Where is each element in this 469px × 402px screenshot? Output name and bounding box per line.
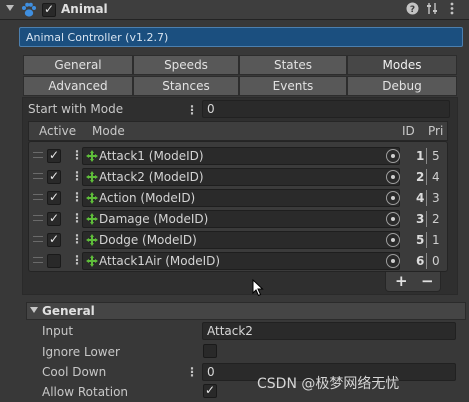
mode-name: Action (ModeID)	[99, 191, 196, 205]
modes-list-header	[28, 121, 448, 141]
scriptable-object-icon	[86, 234, 98, 246]
column-divider	[426, 169, 427, 185]
mode-id: 3	[416, 212, 425, 226]
section-title: General	[42, 304, 95, 318]
tab-debug[interactable]: Debug	[347, 76, 457, 96]
field-menu-icon[interactable]: ⋮	[71, 190, 83, 204]
mode-object-field[interactable]: Dodge (ModeID)	[82, 231, 400, 249]
allow-rotation-label: Allow Rotation	[42, 385, 129, 399]
ignore-lower-label: Ignore Lower	[42, 345, 120, 359]
column-divider	[426, 148, 427, 164]
field-menu-icon[interactable]: ⋮	[71, 169, 83, 183]
input-label: Input	[42, 324, 74, 338]
object-picker-icon[interactable]	[386, 170, 400, 184]
object-picker-icon[interactable]	[386, 233, 400, 247]
presets-icon[interactable]	[425, 2, 439, 16]
object-picker-icon[interactable]	[386, 212, 400, 226]
scriptable-object-icon	[86, 255, 98, 267]
mode-object-field[interactable]: Damage (ModeID)	[82, 210, 400, 228]
field-menu-icon[interactable]: ⋮	[71, 211, 83, 225]
mode-object-field[interactable]: Attack1Air (ModeID)	[82, 252, 400, 270]
scriptable-object-icon	[86, 213, 98, 225]
mode-name: Attack2 (ModeID)	[99, 170, 204, 184]
paw-icon	[22, 2, 36, 17]
cool-down-label: Cool Down	[42, 365, 107, 379]
component-title: Animal	[61, 2, 108, 16]
drag-handle-icon[interactable]	[33, 173, 43, 179]
mode-id: 2	[416, 170, 425, 184]
mode-name: Dodge (ModeID)	[99, 233, 197, 247]
field-menu-icon[interactable]: ⋮	[71, 232, 83, 246]
mode-id: 1	[416, 149, 425, 163]
mode-priority: 0	[432, 254, 440, 268]
tab-stances[interactable]: Stances	[133, 76, 239, 96]
column-pri: Pri	[428, 124, 444, 138]
mode-active-checkbox[interactable]	[47, 254, 61, 268]
field-menu-icon[interactable]: ⋮	[186, 103, 198, 117]
section-foldout-icon[interactable]	[30, 307, 38, 313]
mode-active-checkbox[interactable]	[47, 232, 61, 247]
foldout-arrow-icon[interactable]	[6, 5, 14, 11]
field-menu-icon[interactable]: ⋮	[186, 365, 198, 379]
mode-object-field[interactable]: Action (ModeID)	[82, 189, 400, 207]
ignore-lower-checkbox[interactable]	[203, 344, 217, 358]
mode-active-checkbox[interactable]	[47, 190, 61, 205]
mode-priority: 1	[432, 233, 440, 247]
version-banner: Animal Controller (v1.2.7)	[19, 27, 463, 47]
tab-states[interactable]: States	[239, 55, 347, 75]
field-menu-icon[interactable]: ⋮	[71, 148, 83, 162]
mode-active-checkbox[interactable]	[47, 148, 61, 163]
drag-handle-icon[interactable]	[33, 257, 43, 263]
svg-text:?: ?	[409, 5, 414, 15]
scriptable-object-icon	[86, 150, 98, 162]
mode-priority: 4	[432, 170, 440, 184]
mode-id: 6	[416, 254, 425, 268]
drag-handle-icon[interactable]	[33, 194, 43, 200]
help-icon[interactable]: ?	[405, 2, 419, 16]
column-id: ID	[402, 124, 415, 138]
more-icon[interactable]	[445, 2, 459, 16]
watermark: CSDN @极梦网络无忧	[257, 376, 400, 392]
add-mode-button[interactable]: +	[395, 272, 408, 290]
drag-handle-icon[interactable]	[33, 215, 43, 221]
column-divider	[426, 253, 427, 269]
mode-id: 4	[416, 191, 425, 205]
field-menu-icon[interactable]: ⋮	[71, 253, 83, 267]
input-field[interactable]: Attack2	[202, 322, 456, 340]
mode-name: Attack1 (ModeID)	[99, 149, 204, 163]
start-with-mode-label: Start with Mode	[28, 102, 124, 116]
tab-advanced[interactable]: Advanced	[23, 76, 133, 96]
mode-name: Attack1Air (ModeID)	[99, 254, 221, 268]
tab-modes[interactable]: Modes	[347, 55, 457, 75]
remove-mode-button[interactable]: −	[421, 272, 434, 290]
mode-id: 5	[416, 233, 425, 247]
mode-object-field[interactable]: Attack2 (ModeID)	[82, 168, 400, 186]
allow-rotation-checkbox[interactable]	[203, 383, 217, 398]
mode-active-checkbox[interactable]	[47, 169, 61, 184]
column-divider	[426, 190, 427, 206]
mode-active-checkbox[interactable]	[47, 211, 61, 226]
tab-speeds[interactable]: Speeds	[133, 55, 239, 75]
drag-handle-icon[interactable]	[33, 152, 43, 158]
start-with-mode-field[interactable]: 0	[202, 100, 450, 118]
mouse-cursor-icon	[252, 279, 264, 297]
component-enabled-checkbox[interactable]	[42, 2, 56, 17]
drag-handle-icon[interactable]	[33, 236, 43, 242]
tab-general[interactable]: General	[23, 55, 133, 75]
object-picker-icon[interactable]	[386, 191, 400, 205]
object-picker-icon[interactable]	[386, 254, 400, 268]
mode-priority: 2	[432, 212, 440, 226]
column-mode: Mode	[92, 124, 125, 138]
scriptable-object-icon	[86, 192, 98, 204]
column-active: Active	[39, 124, 77, 138]
object-picker-icon[interactable]	[386, 149, 400, 163]
tab-events[interactable]: Events	[239, 76, 347, 96]
column-divider	[426, 232, 427, 248]
mode-object-field[interactable]: Attack1 (ModeID)	[82, 147, 400, 165]
mode-priority: 5	[432, 149, 440, 163]
mode-name: Damage (ModeID)	[99, 212, 209, 226]
column-divider	[426, 211, 427, 227]
scriptable-object-icon	[86, 171, 98, 183]
mode-priority: 3	[432, 191, 440, 205]
